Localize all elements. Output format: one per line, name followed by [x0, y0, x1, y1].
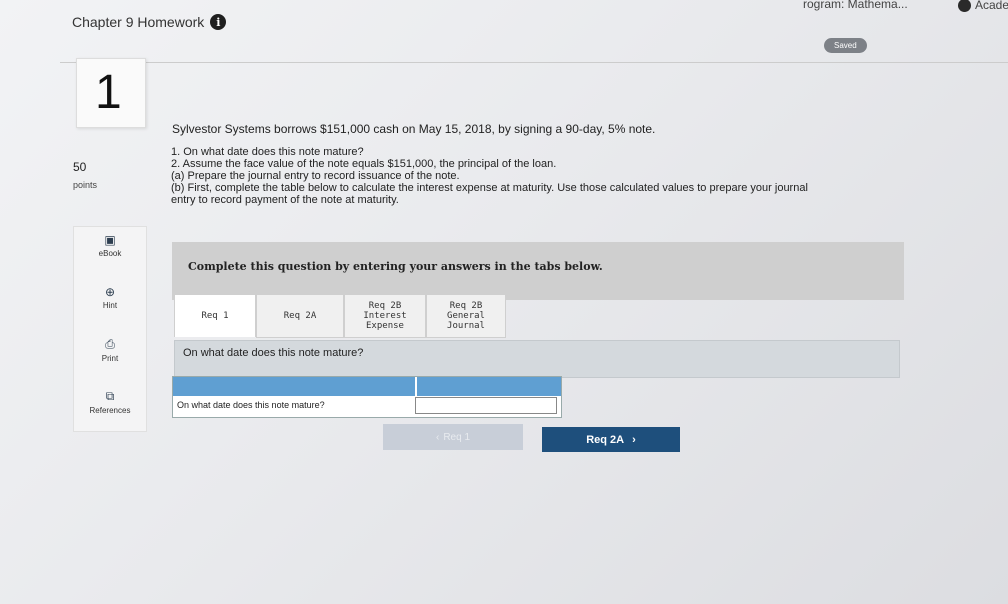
print-label: Print [101, 354, 119, 363]
requirements-list: 1. On what date does this note mature? 2… [171, 146, 971, 206]
instruction-banner: Complete this question by entering your … [172, 242, 904, 300]
instruction-text: Complete this question by entering your … [188, 260, 603, 273]
answer-header-divider [415, 377, 417, 396]
ebook-label: eBook [98, 249, 122, 258]
chevron-right-icon: › [632, 433, 636, 446]
hint-globe-icon: ⊕ [104, 285, 116, 299]
tab-req-1-label: Req 1 [201, 311, 229, 321]
academic-link[interactable]: Academ [958, 0, 1008, 12]
requirement-2b-cont: entry to record payment of the note at m… [171, 194, 399, 206]
book-icon: ▣ [104, 233, 116, 247]
info-icon[interactable]: i [210, 14, 227, 30]
answer-table: On what date does this note mature? [172, 376, 562, 418]
prev-req-label: Req 1 [443, 431, 471, 443]
tab-req-2a-label: Req 2A [283, 311, 317, 321]
printer-icon: ⎙ [105, 337, 115, 351]
answer-table-header [173, 377, 561, 396]
references-icon: ⧉ [105, 389, 115, 403]
tab-content-panel: On what date does this note mature? [174, 340, 900, 378]
references-label: References [89, 406, 131, 415]
answer-row-label: On what date does this note mature? [177, 400, 325, 410]
side-tools-panel: ▣ eBook ⊕ Hint ⎙ Print ⧉ References [73, 226, 147, 432]
ebook-button[interactable]: ▣ eBook [74, 233, 146, 258]
table-row: On what date does this note mature? [173, 396, 561, 417]
chevron-left-icon: ‹ [435, 431, 440, 443]
tab-req-1[interactable]: Req 1 [174, 294, 256, 337]
tab-req-2a[interactable]: Req 2A [256, 294, 344, 338]
requirement-1: 1. On what date does this note mature? [171, 146, 364, 158]
print-button[interactable]: ⎙ Print [74, 337, 146, 363]
question-number-box: 1 [76, 58, 146, 128]
chapter-title-text: Chapter 9 Homework [72, 14, 205, 30]
next-req-label: Req 2A [586, 433, 625, 446]
globe-icon [958, 0, 971, 12]
saved-badge: Saved [824, 38, 867, 53]
academic-link-label: Academ [975, 0, 1008, 12]
points-label: points [73, 180, 98, 190]
requirement-2: 2. Assume the face value of the note equ… [171, 158, 557, 170]
tab-req-2b-journal[interactable]: Req 2B General Journal [426, 294, 506, 338]
tab-req-2b-interest-label: Req 2B Interest Expense [363, 301, 407, 331]
hint-label: Hint [102, 301, 118, 310]
requirement-2a: (a) Prepare the journal entry to record … [171, 170, 460, 182]
references-button[interactable]: ⧉ References [74, 389, 146, 415]
tab-req-2b-interest[interactable]: Req 2B Interest Expense [344, 294, 426, 338]
prev-req-button[interactable]: ‹ Req 1 [383, 424, 523, 450]
points-value: 50 [73, 160, 87, 174]
header-divider [60, 62, 1008, 63]
next-req-button[interactable]: Req 2A › [542, 427, 680, 452]
tab-question: On what date does this note mature? [183, 347, 364, 359]
requirement-2b: (b) First, complete the table below to c… [171, 182, 808, 194]
hint-button[interactable]: ⊕ Hint [74, 285, 146, 310]
question-number: 1 [95, 66, 122, 119]
maturity-date-input[interactable] [415, 397, 557, 414]
tab-req-2b-journal-label: Req 2B General Journal [447, 301, 485, 331]
chapter-title: Chapter 9 Homework i [72, 14, 227, 30]
program-link[interactable]: rogram: Mathema... [803, 0, 908, 11]
problem-intro: Sylvestor Systems borrows $151,000 cash … [172, 122, 656, 136]
